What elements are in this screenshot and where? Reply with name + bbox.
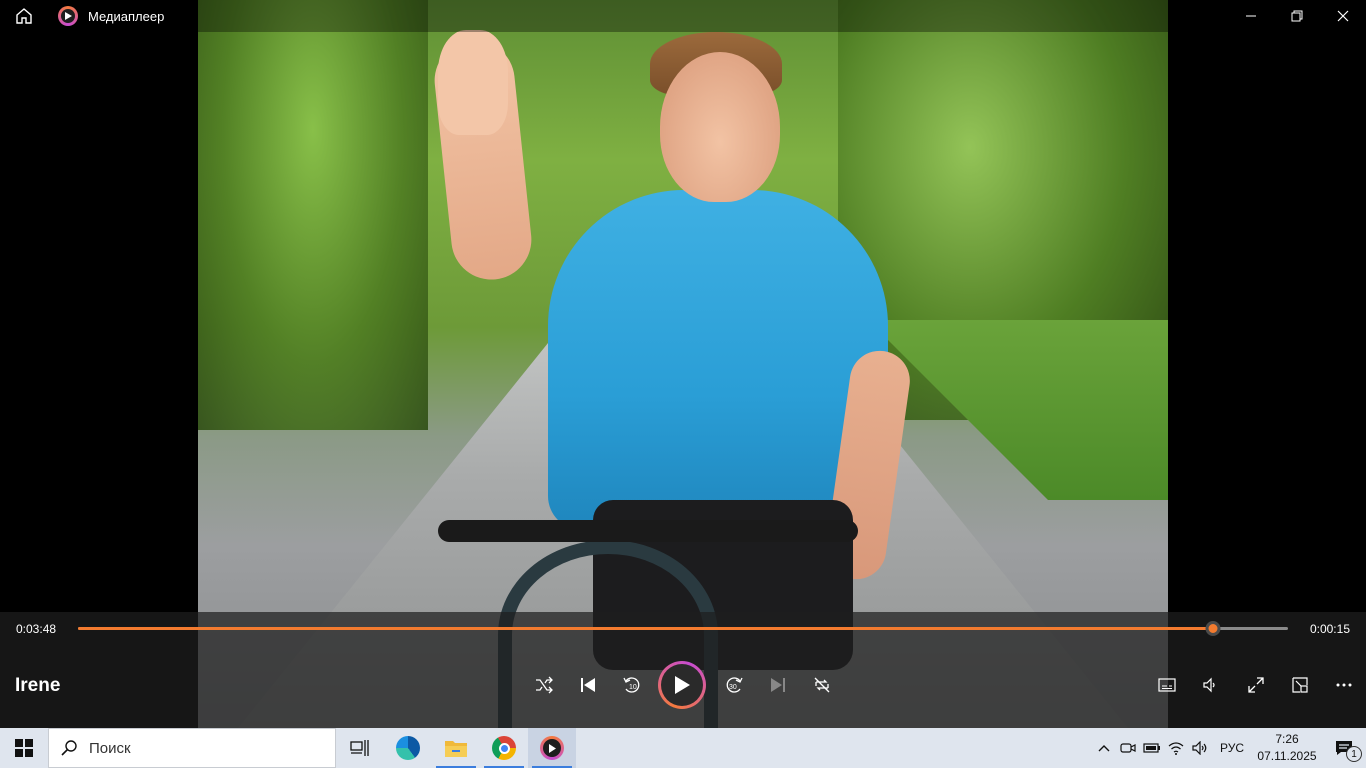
fullscreen-icon — [1248, 677, 1264, 693]
next-button[interactable] — [758, 660, 798, 710]
next-icon — [771, 678, 785, 692]
shuffle-button[interactable] — [524, 660, 564, 710]
meet-now-button[interactable] — [1116, 728, 1140, 768]
task-view-button[interactable] — [336, 728, 384, 768]
play-icon — [675, 676, 690, 694]
taskbar-search-box[interactable]: Поиск — [48, 728, 336, 768]
system-tray: РУС 7:26 07.11.2025 1 — [1092, 728, 1366, 768]
svg-text:10: 10 — [629, 684, 637, 691]
task-view-icon — [350, 740, 369, 756]
clock-date: 07.11.2025 — [1257, 749, 1317, 763]
clock-time: 7:26 — [1275, 732, 1299, 746]
speaker-icon — [1192, 741, 1207, 755]
minimize-button[interactable] — [1228, 0, 1274, 32]
input-language-indicator[interactable]: РУС — [1220, 741, 1244, 755]
media-player-icon — [540, 736, 564, 760]
search-icon — [61, 740, 77, 756]
taskbar: Поиск РУС 7:26 07.11.2025 1 — [0, 728, 1366, 768]
edge-icon — [396, 736, 420, 760]
start-button[interactable] — [0, 728, 48, 768]
window-title: Медиаплеер — [88, 8, 165, 24]
remaining-time: 0:00:15 — [1309, 622, 1350, 636]
more-options-icon — [1336, 683, 1352, 687]
chrome-icon — [492, 736, 516, 760]
battery-button[interactable] — [1140, 728, 1164, 768]
repeat-button[interactable] — [802, 660, 842, 710]
network-button[interactable] — [1164, 728, 1188, 768]
edge-taskbar-button[interactable] — [384, 728, 432, 768]
battery-icon — [1143, 743, 1160, 753]
mini-player-button[interactable] — [1280, 660, 1320, 710]
skip-back-button[interactable]: 10 — [612, 660, 652, 710]
notification-count-badge: 1 — [1346, 746, 1362, 762]
chevron-up-icon — [1098, 745, 1110, 752]
action-center-button[interactable]: 1 — [1322, 728, 1366, 768]
subtitles-button[interactable] — [1147, 660, 1187, 710]
wifi-icon — [1168, 742, 1184, 755]
media-player-logo-icon — [58, 6, 78, 26]
svg-text:30: 30 — [729, 684, 737, 691]
seek-bar-progress — [78, 627, 1213, 630]
seek-bar[interactable] — [78, 621, 1288, 636]
seek-bar-thumb[interactable] — [1205, 621, 1221, 636]
show-hidden-icons-button[interactable] — [1092, 728, 1116, 768]
previous-icon — [581, 678, 595, 692]
current-time: 0:03:48 — [16, 622, 57, 636]
file-explorer-icon — [445, 741, 467, 757]
title-bar: Медиаплеер — [0, 0, 1366, 32]
restore-icon — [1291, 10, 1303, 22]
more-options-button[interactable] — [1324, 660, 1364, 710]
playback-controls: 0:03:48 0:00:15 Irene 10 30 — [0, 612, 1366, 728]
file-explorer-taskbar-button[interactable] — [432, 728, 480, 768]
restore-button[interactable] — [1274, 0, 1320, 32]
repeat-off-icon — [814, 677, 830, 693]
camera-icon — [1120, 743, 1136, 753]
mini-player-icon — [1292, 677, 1308, 693]
volume-icon — [1203, 677, 1215, 693]
windows-logo-icon — [15, 739, 33, 757]
media-player-taskbar-button[interactable] — [528, 728, 576, 768]
subtitles-icon — [1158, 678, 1176, 692]
close-button[interactable] — [1320, 0, 1366, 32]
play-button[interactable] — [658, 661, 706, 709]
media-player-window: Медиаплеер 0:03:48 0:00:15 Irene 10 30 — [0, 0, 1366, 728]
home-button[interactable] — [0, 0, 48, 32]
skip-forward-button[interactable]: 30 — [714, 660, 754, 710]
minimize-icon — [1246, 15, 1256, 17]
skip-forward-icon: 30 — [726, 677, 743, 693]
fullscreen-button[interactable] — [1236, 660, 1276, 710]
control-buttons-row: 10 30 — [0, 660, 1366, 710]
volume-tray-button[interactable] — [1188, 728, 1212, 768]
search-placeholder: Поиск — [89, 739, 131, 757]
clock[interactable]: 7:26 07.11.2025 — [1252, 731, 1322, 765]
chrome-taskbar-button[interactable] — [480, 728, 528, 768]
volume-button[interactable] — [1190, 660, 1230, 710]
close-icon — [1337, 10, 1349, 22]
skip-back-icon: 10 — [623, 677, 640, 693]
shuffle-icon — [536, 676, 553, 694]
home-icon — [16, 8, 32, 24]
previous-button[interactable] — [568, 660, 608, 710]
